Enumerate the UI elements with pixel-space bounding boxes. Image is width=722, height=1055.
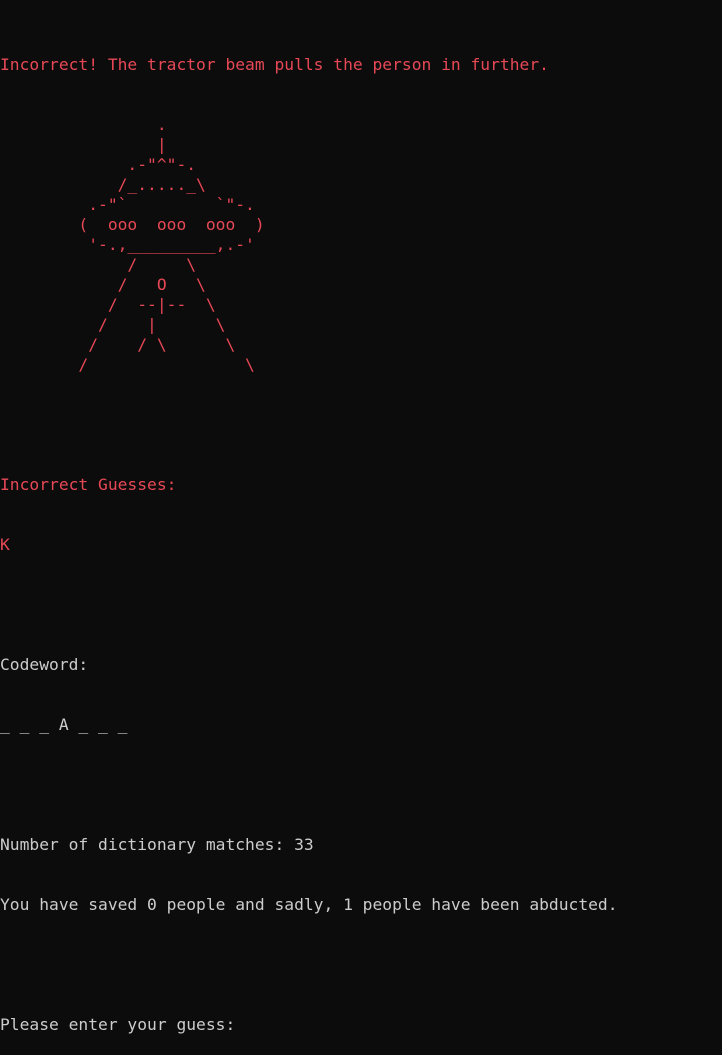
abduction-status: You have saved 0 people and sadly, 1 peo…: [0, 895, 618, 914]
console-output: Incorrect! The tractor beam pulls the pe…: [0, 15, 722, 1055]
ufo-ascii-art: . | .-"^"-. /_....._\ .-"` `"-. ( ooo oo…: [78, 115, 265, 374]
incorrect-guesses-letters: K: [0, 535, 10, 554]
incorrect-guesses-label: Incorrect Guesses:: [0, 475, 177, 494]
guess-prompt[interactable]: Please enter your guess:: [0, 1015, 722, 1035]
codeword-label: Codeword:: [0, 655, 89, 674]
result-message: Incorrect! The tractor beam pulls the pe…: [0, 55, 549, 74]
guess-prompt-label: Please enter your guess:: [0, 1015, 246, 1034]
codeword-value: _ _ _ A _ _ _: [0, 715, 128, 734]
dictionary-matches: Number of dictionary matches: 33: [0, 835, 314, 854]
